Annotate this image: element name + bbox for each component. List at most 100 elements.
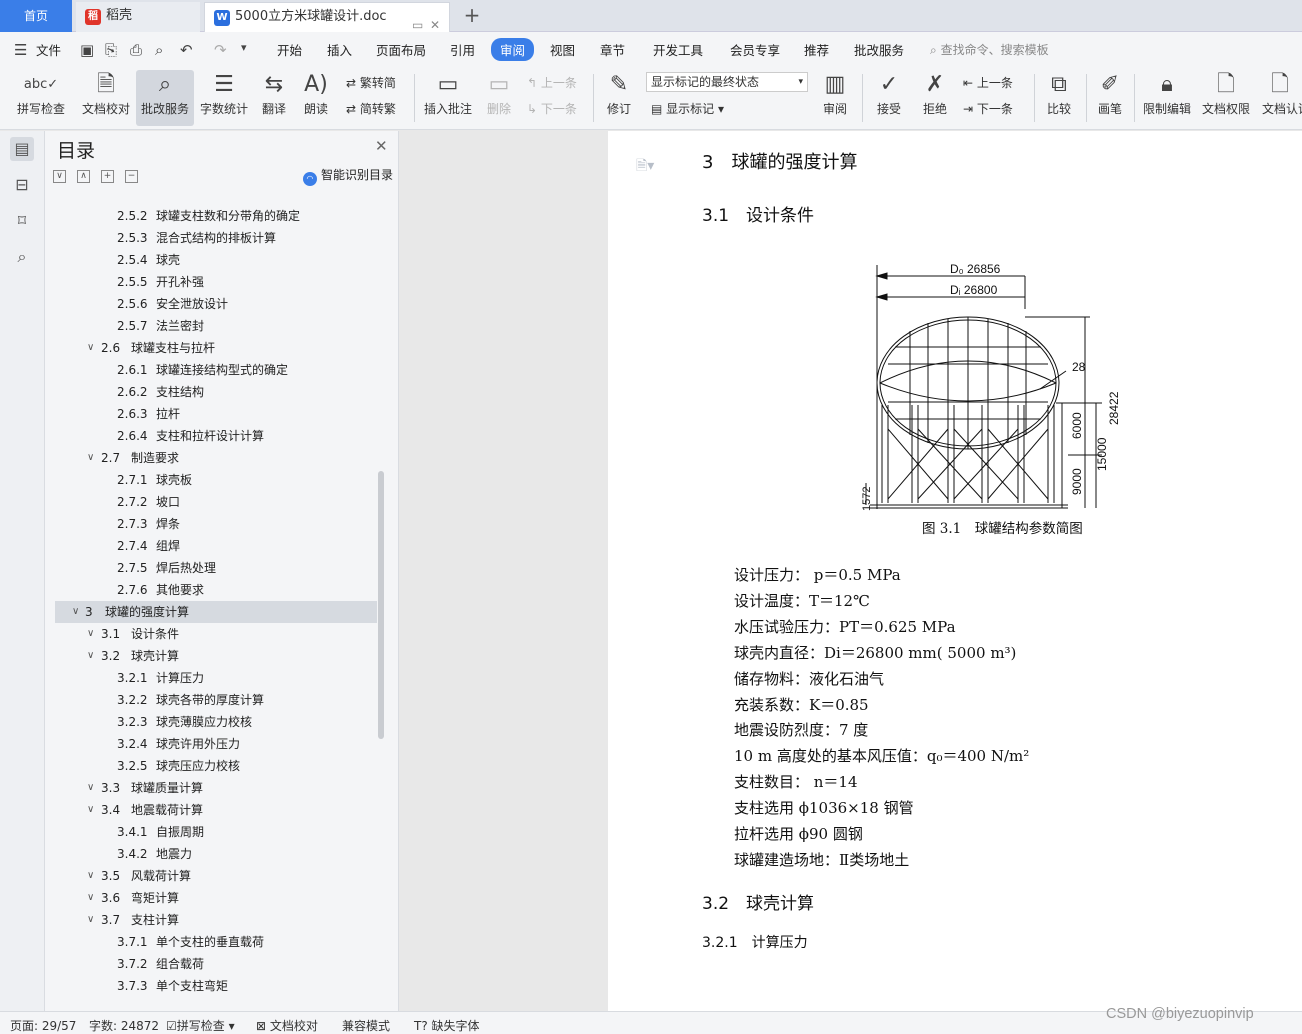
revise-button[interactable]: ✎ 修订 (600, 70, 638, 126)
toc-item[interactable]: 2.5.2 球罐支柱数和分带角的确定 (55, 205, 377, 227)
toc-item[interactable]: 3.2.1 计算压力 (55, 667, 377, 689)
doc-cert-button[interactable]: 🗋 文档认证 (1258, 70, 1302, 126)
word-count-button[interactable]: ☰ 字数统计 (198, 70, 250, 126)
toc-item[interactable]: 2.7.5 焊后热处理 (55, 557, 377, 579)
next-change-button[interactable]: ⇥ 下一条 (963, 100, 1013, 117)
tab-docer[interactable]: 稻 稻壳 (76, 2, 200, 32)
search-icon[interactable]: ⌕ (10, 245, 34, 269)
chevron-down-icon[interactable]: ∨ (87, 645, 94, 667)
toc-item[interactable]: ∨ 3.4 地震载荷计算 (55, 799, 377, 821)
to-traditional-button[interactable]: ⇄ 简转繁 (346, 100, 396, 117)
remove-heading-icon[interactable]: − (125, 170, 138, 183)
toc-item[interactable]: 2.6.3 拉杆 (55, 403, 377, 425)
chevron-down-icon[interactable]: ∨ (87, 799, 94, 821)
proof-status[interactable]: ⊠ 文档校对 (256, 1017, 318, 1034)
prev-comment-button[interactable]: ↰ 上一条 (527, 74, 577, 91)
menu-layout[interactable]: 页面布局 (376, 40, 426, 59)
chevron-down-icon[interactable]: ∨ (87, 447, 94, 469)
reviewing-pane-button[interactable]: ▥ 审阅 (816, 70, 854, 126)
translate-button[interactable]: ⇆ 翻译 (256, 70, 292, 126)
toc-item[interactable]: 2.6.1 球罐连接结构型式的确定 (55, 359, 377, 381)
toc-item[interactable]: 2.5.5 开孔补强 (55, 271, 377, 293)
toc-item[interactable]: ∨ 3 球罐的强度计算 (55, 601, 377, 623)
menu-review[interactable]: 审阅 (491, 38, 535, 61)
bookmark-icon[interactable]: ⌑ (10, 209, 34, 233)
menu-review-service[interactable]: 批改服务 (854, 40, 904, 59)
menu-reference[interactable]: 引用 (450, 40, 475, 59)
insert-comment-button[interactable]: ▭ 插入批注 (422, 70, 474, 126)
review-service-button[interactable]: ⌕ 批改服务 (136, 70, 194, 126)
prev-change-button[interactable]: ⇤ 上一条 (963, 74, 1013, 91)
toc-item[interactable]: 2.7.2 坡口 (55, 491, 377, 513)
chevron-down-icon[interactable]: ∨ (87, 777, 94, 799)
toc-item[interactable]: 2.7.4 组焊 (55, 535, 377, 557)
undo-icon[interactable]: ↶ (180, 41, 193, 59)
read-aloud-button[interactable]: A) 朗读 (300, 70, 332, 126)
toc-item[interactable]: 2.6.4 支柱和拉杆设计计算 (55, 425, 377, 447)
toc-item[interactable]: 2.5.3 混合式结构的排板计算 (55, 227, 377, 249)
command-search[interactable]: ⌕ 查找命令、搜索模板 (930, 41, 1049, 58)
toc-scrollbar[interactable] (378, 471, 384, 739)
toc-item[interactable]: 2.7.1 球壳板 (55, 469, 377, 491)
toc-item[interactable]: 3.2.4 球壳许用外压力 (55, 733, 377, 755)
toc-item[interactable]: ∨ 3.1 设计条件 (55, 623, 377, 645)
tab-document[interactable]: W 5000立方米球罐设计.doc ▭ ✕ (204, 2, 450, 32)
toc-view-icon[interactable]: ▤ (10, 137, 34, 161)
expand-all-icon[interactable]: ∧ (77, 170, 90, 183)
print-icon[interactable]: ⎙ (130, 41, 142, 59)
preview-icon[interactable]: ⌕ (155, 41, 163, 59)
toc-item[interactable]: 3.4.2 地震力 (55, 843, 377, 865)
menu-view[interactable]: 视图 (550, 40, 575, 59)
chevron-down-icon[interactable]: ∨ (87, 865, 94, 887)
tab-home[interactable]: 首页 (0, 0, 72, 32)
toc-item[interactable]: 2.5.7 法兰密封 (55, 315, 377, 337)
document-page[interactable]: 🗎▾ 3 球罐的强度计算 3.1 设计条件 D₀ 26856 Dᵢ 26800 … (608, 131, 1302, 1011)
toc-item[interactable]: ∨ 3.6 弯矩计算 (55, 887, 377, 909)
toc-item[interactable]: 3.2.5 球壳压应力校核 (55, 755, 377, 777)
toc-item[interactable]: 3.2.3 球壳薄膜应力校核 (55, 711, 377, 733)
toc-item[interactable]: 3.7.3 单个支柱弯矩 (55, 975, 377, 997)
word-count-indicator[interactable]: 字数: 24872 (89, 1017, 159, 1034)
chevron-down-icon[interactable]: ∨ (87, 337, 94, 359)
pen-button[interactable]: ✐ 画笔 (1094, 70, 1126, 126)
toc-item[interactable]: ∨ 3.5 风载荷计算 (55, 865, 377, 887)
markup-state-select[interactable]: 显示标记的最终状态 ▾ (646, 72, 808, 92)
toc-item[interactable]: 2.5.4 球壳 (55, 249, 377, 271)
toc-item[interactable]: ∨ 3.2 球壳计算 (55, 645, 377, 667)
menu-insert[interactable]: 插入 (327, 40, 352, 59)
doc-permission-button[interactable]: 🗋 文档权限 (1200, 70, 1252, 126)
toc-item[interactable]: 2.7.3 焊条 (55, 513, 377, 535)
restrict-edit-button[interactable]: 🔒︎ 限制编辑 (1141, 70, 1193, 126)
menu-start[interactable]: 开始 (277, 40, 302, 59)
save-icon[interactable]: ▣ (80, 41, 94, 59)
chevron-down-icon[interactable]: ∨ (72, 601, 79, 623)
toc-item[interactable]: 2.6.2 支柱结构 (55, 381, 377, 403)
spellcheck-button[interactable]: abc✓ 拼写检查 (10, 70, 72, 126)
menu-devtools[interactable]: 开发工具 (653, 40, 703, 59)
toc-item[interactable]: 3.7.2 组合载荷 (55, 953, 377, 975)
page-indicator[interactable]: 页面: 29/57 (10, 1017, 76, 1034)
outline-view-icon[interactable]: ⊟ (10, 173, 34, 197)
toc-item[interactable]: 2.5.6 安全泄放设计 (55, 293, 377, 315)
toc-item[interactable]: ∨ 3.3 球罐质量计算 (55, 777, 377, 799)
new-tab-button[interactable]: + (460, 2, 484, 30)
accept-button[interactable]: ✓ 接受 (870, 70, 908, 126)
more-icon[interactable]: ▾ (241, 41, 247, 54)
next-comment-button[interactable]: ↳ 下一条 (527, 100, 577, 117)
toc-item[interactable]: 3.2.2 球壳各带的厚度计算 (55, 689, 377, 711)
compare-button[interactable]: ⧉ 比较 (1040, 70, 1078, 126)
hamburger-icon[interactable]: ☰ (14, 41, 27, 59)
toc-item[interactable]: 2.7.6 其他要求 (55, 579, 377, 601)
proofread-button[interactable]: 🗎 文档校对 (80, 70, 132, 126)
collapse-all-icon[interactable]: ∨ (53, 170, 66, 183)
to-simplified-button[interactable]: ⇄ 繁转简 (346, 74, 396, 91)
missing-font[interactable]: T? 缺失字体 (414, 1017, 480, 1034)
add-heading-icon[interactable]: + (101, 170, 114, 183)
chevron-down-icon[interactable]: ∨ (87, 909, 94, 931)
toc-item[interactable]: ∨ 2.7 制造要求 (55, 447, 377, 469)
chevron-down-icon[interactable]: ∨ (87, 623, 94, 645)
toc-item[interactable]: 3.4.1 自振周期 (55, 821, 377, 843)
reject-button[interactable]: ✗ 拒绝 (916, 70, 954, 126)
delete-comment-button[interactable]: ▭ 删除 (480, 70, 518, 126)
chevron-down-icon[interactable]: ∨ (87, 887, 94, 909)
